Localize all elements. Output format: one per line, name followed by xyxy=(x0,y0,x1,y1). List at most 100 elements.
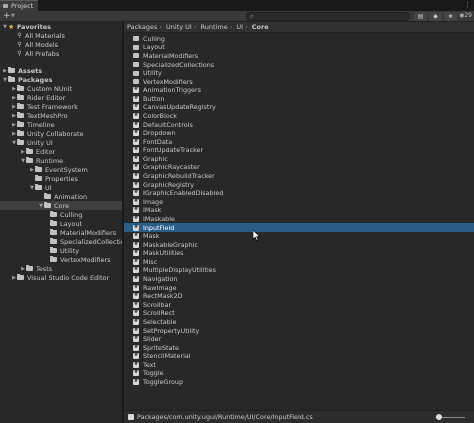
tree-label: SpecializedCollectio xyxy=(60,237,123,246)
file-item[interactable]: RawImage xyxy=(124,283,474,292)
file-item[interactable]: IGraphicEnabledDisabled xyxy=(124,189,474,198)
tree-folder-core[interactable]: ▼ Core xyxy=(38,201,69,210)
tree-package[interactable]: ▶ Visual Studio Code Editor xyxy=(11,273,109,282)
file-item[interactable]: FontUpdateTracker xyxy=(124,146,474,155)
tree-folder[interactable]: SpecializedCollectio xyxy=(50,237,123,246)
folder-icon xyxy=(133,44,139,50)
folder-icon xyxy=(17,112,24,118)
tree-folder[interactable]: VertexModifiers xyxy=(50,255,111,264)
file-item[interactable]: Graphic xyxy=(124,155,474,164)
file-item[interactable]: CanvasUpdateRegistry xyxy=(124,103,474,112)
file-item[interactable]: Navigation xyxy=(124,275,474,284)
file-item[interactable]: SpecializedCollections xyxy=(124,60,474,69)
file-item[interactable]: Mask xyxy=(124,232,474,241)
file-item[interactable]: FontData xyxy=(124,137,474,146)
tree-package[interactable]: ▶ Timeline xyxy=(11,120,55,129)
filter-by-type-icon[interactable]: ▤ xyxy=(414,12,427,21)
file-item[interactable]: IMask xyxy=(124,206,474,215)
tree-folder[interactable]: ▶ EventSystem xyxy=(29,165,88,174)
file-item[interactable]: VertexModifiers xyxy=(124,77,474,86)
favorite-star-icon[interactable]: ★ xyxy=(444,12,457,21)
mouse-cursor-icon xyxy=(253,230,261,241)
file-item[interactable]: ColorBlock xyxy=(124,112,474,121)
file-item[interactable]: GraphicRebuildTracker xyxy=(124,172,474,181)
csharp-script-icon xyxy=(133,318,139,325)
file-label: RectMask2D xyxy=(143,292,183,301)
file-item[interactable]: RectMask2D xyxy=(124,292,474,301)
tree-folder[interactable]: ▼ Runtime xyxy=(20,156,63,165)
file-item[interactable]: Layout xyxy=(124,43,474,52)
file-item[interactable]: MultipleDisplayUtilities xyxy=(124,266,474,275)
file-item[interactable]: SetPropertyUtility xyxy=(124,326,474,335)
tree-folder[interactable]: Properties xyxy=(35,174,78,183)
tree-favorite-item[interactable]: ⚲ All Prefabs xyxy=(16,49,59,58)
file-item[interactable]: Toggle xyxy=(124,369,474,378)
tree-label: Culling xyxy=(60,210,83,219)
breadcrumb-item[interactable]: UI xyxy=(236,23,243,31)
csharp-script-icon xyxy=(133,352,139,360)
file-item[interactable]: Button xyxy=(124,95,474,104)
file-item[interactable]: Text xyxy=(124,361,474,370)
csharp-script-icon xyxy=(133,309,139,317)
breadcrumb-item[interactable]: Unity UI xyxy=(166,23,192,31)
filter-by-label-icon[interactable]: ◆ xyxy=(429,12,442,21)
file-item-selected[interactable]: InputField xyxy=(124,223,474,232)
file-item[interactable]: MaskUtilities xyxy=(124,249,474,258)
file-label: Dropdown xyxy=(143,129,176,138)
tree-package[interactable]: ▶ TextMeshPro xyxy=(11,111,68,120)
tree-favorite-item[interactable]: ⚲ All Models xyxy=(16,40,58,49)
tree-favorites[interactable]: ▼ ★ Favorites xyxy=(2,22,51,31)
tree-package[interactable]: ▼ Unity UI xyxy=(11,138,53,147)
file-item[interactable]: Dropdown xyxy=(124,129,474,138)
file-list-pane: Packages › Unity UI › Runtime › UI › Core Cu… xyxy=(124,22,474,423)
breadcrumb-item[interactable]: Core xyxy=(252,23,269,31)
file-item[interactable]: Misc xyxy=(124,258,474,267)
tree-package[interactable]: ▶ Custom NUnit xyxy=(11,84,72,93)
file-item[interactable]: Slider xyxy=(124,335,474,344)
tree-folder[interactable]: ▼ UI xyxy=(29,183,52,192)
tree-assets[interactable]: ▶ Assets xyxy=(2,66,42,75)
folder-icon xyxy=(26,157,33,163)
tree-folder[interactable]: ▶ Tests xyxy=(20,264,52,273)
hidden-packages-count[interactable]: ◉29 xyxy=(459,12,472,19)
zoom-slider-knob[interactable] xyxy=(435,414,442,420)
file-item[interactable]: IMaskable xyxy=(124,215,474,224)
file-item[interactable]: Utility xyxy=(124,69,474,78)
search-input[interactable]: ⌕ xyxy=(246,12,410,21)
chevron-down-icon[interactable]: ▼ xyxy=(11,13,15,19)
file-item[interactable]: Selectable xyxy=(124,318,474,327)
file-item[interactable]: ToggleGroup xyxy=(124,378,474,387)
tree-packages[interactable]: ▼ Packages xyxy=(2,75,52,84)
tree-package[interactable]: ▶ Test Framework xyxy=(11,102,78,111)
file-item[interactable]: MaskableGraphic xyxy=(124,240,474,249)
tree-folder[interactable]: Culling xyxy=(50,210,82,219)
file-item[interactable]: AnimationTriggers xyxy=(124,86,474,95)
file-item[interactable]: StencilMaterial xyxy=(124,352,474,361)
tree-label: Runtime xyxy=(36,156,64,165)
kebab-menu-icon[interactable]: ⋮ xyxy=(464,2,471,9)
file-label: SpecializedCollections xyxy=(143,60,215,69)
file-item[interactable]: ScrollRect xyxy=(124,309,474,318)
tree-label: Unity Collaborate xyxy=(27,129,84,138)
file-item[interactable]: GraphicRegistry xyxy=(124,180,474,189)
tree-package[interactable]: ▶ Rider Editor xyxy=(11,93,65,102)
file-item[interactable]: Culling xyxy=(124,35,474,44)
file-item[interactable]: DefaultControls xyxy=(124,120,474,129)
file-item[interactable]: GraphicRaycaster xyxy=(124,163,474,172)
tree-package[interactable]: ▶ Unity Collaborate xyxy=(11,129,84,138)
file-item[interactable]: Scrollbar xyxy=(124,300,474,309)
tree-folder[interactable]: Utility xyxy=(50,246,79,255)
tree-label: Custom NUnit xyxy=(27,84,73,93)
tree-folder[interactable]: Layout xyxy=(50,219,82,228)
file-item[interactable]: SpriteState xyxy=(124,343,474,352)
breadcrumb-item[interactable]: Runtime xyxy=(201,23,228,31)
breadcrumb-item[interactable]: Packages xyxy=(127,23,157,31)
tree-folder[interactable]: ▶ Editor xyxy=(20,147,55,156)
tree-folder[interactable]: Animation xyxy=(44,192,87,201)
tab-project[interactable]: Project xyxy=(0,0,38,11)
file-item[interactable]: MaterialModifiers xyxy=(124,52,474,61)
tree-folder[interactable]: MaterialModifiers xyxy=(50,228,116,237)
tree-favorite-item[interactable]: ⚲ All Materials xyxy=(16,31,65,40)
add-button[interactable]: + xyxy=(3,11,11,21)
file-item[interactable]: Image xyxy=(124,198,474,207)
